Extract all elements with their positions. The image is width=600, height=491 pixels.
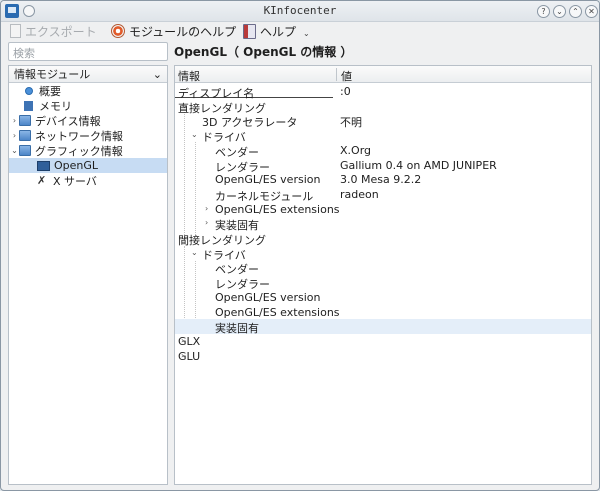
document-icon xyxy=(10,24,21,38)
column-header-value[interactable]: 値 xyxy=(341,68,352,84)
table-row[interactable]: 3D アクセラレータ 不明 xyxy=(175,113,591,129)
lifebuoy-icon xyxy=(111,24,125,38)
minimize-button[interactable]: ⌄ xyxy=(553,5,566,18)
kinfocenter-window: KInfocenter ? ⌄ ⌃ ✕ エクスポート モジュールのヘルプ ヘルプ… xyxy=(0,0,600,491)
export-button[interactable]: エクスポート xyxy=(10,22,97,40)
sidebar-item-label: OpenGL xyxy=(54,159,99,172)
expand-arrow-icon[interactable]: › xyxy=(10,116,19,125)
row-key: OpenGL/ES extensions xyxy=(215,202,340,216)
table-row[interactable]: OpenGL/ES extensions xyxy=(175,305,591,320)
window-title: KInfocenter xyxy=(263,4,337,17)
sidebar-item-graphics[interactable]: ⌄ グラフィック情報 xyxy=(9,143,167,158)
monitor-icon xyxy=(37,160,50,171)
sidebar-item-opengl[interactable]: OpenGL xyxy=(9,158,167,173)
column-header-info[interactable]: 情報 xyxy=(178,68,200,84)
close-button[interactable]: ✕ xyxy=(585,5,598,18)
module-help-label: モジュールのヘルプ xyxy=(129,24,237,39)
row-key: OpenGL/ES version xyxy=(215,173,321,187)
table-row[interactable]: ⌄ 間接レンダリング xyxy=(175,231,591,247)
memory-icon xyxy=(24,100,33,111)
info-icon xyxy=(25,86,33,95)
table-row[interactable]: レンダラー xyxy=(175,275,591,291)
collapse-arrow-icon[interactable]: ⌄ xyxy=(191,248,198,257)
x-server-icon: ✗ xyxy=(37,173,47,187)
row-key: GLU xyxy=(178,349,201,363)
module-tree-header[interactable]: 情報モジュール ⌄ xyxy=(9,66,167,83)
sidebar-item-devices[interactable]: › デバイス情報 xyxy=(9,113,167,128)
table-row[interactable]: レンダラー Gallium 0.4 on AMD JUNIPER xyxy=(175,158,591,174)
module-tree-header-label: 情報モジュール xyxy=(14,68,91,81)
table-row[interactable]: › 実装固有 xyxy=(175,216,591,232)
sidebar-item-label: グラフィック情報 xyxy=(35,144,123,158)
sidebar-item-network[interactable]: › ネットワーク情報 xyxy=(9,128,167,143)
column-divider[interactable] xyxy=(336,68,337,81)
collapse-arrow-icon[interactable]: ⌄ xyxy=(191,130,198,139)
table-row[interactable]: OpenGL/ES version xyxy=(175,290,591,305)
expand-arrow-icon[interactable]: › xyxy=(205,218,208,227)
sidebar-item-label: X サーバ xyxy=(53,174,97,188)
table-header: 情報 値 xyxy=(175,66,591,83)
help-book-icon xyxy=(243,23,256,39)
maximize-button[interactable]: ⌃ xyxy=(569,5,582,18)
folder-icon xyxy=(19,115,31,126)
chevron-down-icon[interactable]: ⌄ xyxy=(303,29,310,38)
row-key: OpenGL/ES extensions xyxy=(215,305,340,319)
sidebar-item-label: 概要 xyxy=(39,84,61,98)
table-row[interactable]: OpenGL/ES version 3.0 Mesa 9.2.2 xyxy=(175,172,591,187)
row-value: X.Org xyxy=(340,143,372,157)
help-menu-button[interactable]: ヘルプ xyxy=(243,22,296,40)
folder-icon xyxy=(19,145,31,156)
toolbar: エクスポート モジュールのヘルプ ヘルプ ⌄ xyxy=(1,22,599,40)
row-value: 3.0 Mesa 9.2.2 xyxy=(340,173,422,187)
expand-arrow-icon[interactable]: › xyxy=(205,204,208,213)
table-row[interactable]: › GLX xyxy=(175,334,591,349)
sidebar-item-label: ネットワーク情報 xyxy=(35,129,123,143)
table-row[interactable]: › OpenGL/ES extensions xyxy=(175,202,591,217)
collapse-arrow-icon[interactable]: ⌄ xyxy=(10,146,19,155)
table-row[interactable]: › GLU xyxy=(175,349,591,364)
row-key: GLX xyxy=(178,334,201,348)
help-window-button[interactable]: ? xyxy=(537,5,550,18)
page-title: OpenGL（ OpenGL の情報 ） xyxy=(174,45,353,59)
folder-icon xyxy=(19,130,31,141)
table-row[interactable]: ⌄ 直接レンダリング xyxy=(175,99,591,115)
table-row[interactable]: ベンダー X.Org xyxy=(175,143,591,159)
row-value: :0 xyxy=(340,85,351,98)
table-row[interactable]: ベンダー xyxy=(175,260,591,276)
module-help-button[interactable]: モジュールのヘルプ xyxy=(111,22,236,40)
module-tree: 情報モジュール ⌄ 概要 メモリ › デバイス情報 › ネットワーク情報 ⌄ グ… xyxy=(8,65,168,485)
sidebar-item-memory[interactable]: メモリ xyxy=(9,98,167,113)
sidebar-item-xserver[interactable]: ✗ X サーバ xyxy=(9,173,167,188)
table-row[interactable]: 実装固有 xyxy=(175,319,591,335)
row-value: Gallium 0.4 on AMD JUNIPER xyxy=(340,158,497,172)
table-row[interactable]: ⌄ ドライバ xyxy=(175,128,591,144)
row-key: OpenGL/ES version xyxy=(215,290,321,304)
search-input[interactable]: 検索 xyxy=(8,42,168,61)
table-row[interactable]: ディスプレイ名:0 xyxy=(175,84,591,100)
chevron-down-icon[interactable]: ⌄ xyxy=(153,68,162,81)
expand-arrow-icon[interactable]: › xyxy=(10,131,19,140)
table-row[interactable]: ⌄ ドライバ xyxy=(175,246,591,262)
title-bar[interactable]: KInfocenter ? ⌄ ⌃ ✕ xyxy=(1,1,599,22)
sidebar-item-label: デバイス情報 xyxy=(35,114,101,128)
row-value: radeon xyxy=(340,187,379,201)
info-table: 情報 値 ディスプレイ名:0 ⌄ 直接レンダリング 3D アクセラレータ 不明 ⌄ ドライバ… xyxy=(174,65,592,485)
table-row[interactable]: カーネルモジュール radeon xyxy=(175,187,591,203)
sidebar-item-label: メモリ xyxy=(39,99,72,113)
export-label: エクスポート xyxy=(25,24,97,39)
help-label: ヘルプ xyxy=(260,24,297,39)
sidebar-item-overview[interactable]: 概要 xyxy=(9,83,167,98)
